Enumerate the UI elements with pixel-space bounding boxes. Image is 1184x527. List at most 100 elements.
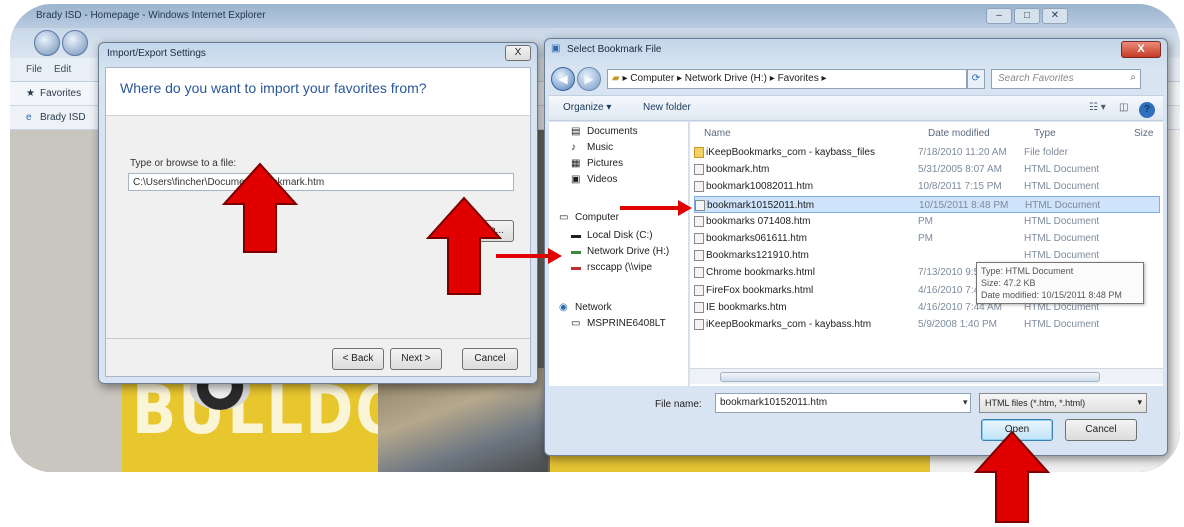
file-type: HTML Document [1024, 181, 1100, 193]
html-file-icon [694, 284, 704, 296]
file-type: HTML Document [1025, 199, 1101, 211]
html-file-icon [694, 319, 704, 330]
file-date: 5/31/2005 8:07 AM [918, 164, 1002, 176]
refresh-icon[interactable]: ⟳ [967, 69, 985, 89]
annotation-right-arrow-network-drive [494, 246, 564, 269]
back-icon[interactable]: ◀ [551, 67, 575, 91]
file-row[interactable]: bookmarks061611.htm PM HTML Document [694, 230, 1160, 247]
maximize-icon[interactable]: □ [1014, 8, 1040, 24]
screenshot-frame: Brady ISD - Homepage - Windows Internet … [10, 4, 1180, 472]
forward-icon[interactable]: ▶ [577, 67, 601, 91]
file-name: IE bookmarks.htm [706, 301, 787, 313]
favorites-star-icon: ★ [26, 88, 35, 99]
back-button[interactable]: < Back [332, 348, 384, 370]
ie-titlebar: Brady ISD - Homepage - Windows Internet … [10, 4, 1180, 28]
file-row[interactable]: bookmark10152011.htm 10/15/2011 8:48 PM HT… [694, 195, 1160, 213]
cancel-button[interactable]: Cancel [1065, 419, 1137, 441]
horizontal-scrollbar[interactable] [690, 368, 1163, 384]
close-icon[interactable]: ✕ [1042, 8, 1068, 24]
file-date: PM [918, 215, 933, 227]
file-name-label: File name: [655, 399, 702, 410]
tab-brady-isd[interactable]: Brady ISD [40, 112, 86, 123]
menu-file[interactable]: File [26, 64, 42, 75]
file-name: bookmark10152011.htm [707, 199, 815, 211]
nav-item-local-disk[interactable]: ▬ Local Disk (C:) [571, 230, 653, 241]
nav-item-videos[interactable]: ▣ Videos [571, 174, 617, 185]
search-icon: ⌕ [1130, 72, 1136, 83]
nav-item-msprine[interactable]: ▭ MSPRINE6408LT [571, 318, 666, 329]
annotation-up-arrow-browse [426, 196, 502, 296]
column-type[interactable]: Type [1034, 128, 1056, 139]
view-options-icon[interactable]: ☷ ▾ [1089, 102, 1106, 113]
file-row[interactable]: bookmark.htm 5/31/2005 8:07 AM HTML Docume… [694, 161, 1160, 178]
folder-icon: ▰ [612, 73, 620, 84]
nav-item-documents[interactable]: ▤ Documents [571, 126, 638, 137]
wizard-header: Where do you want to import your favorit… [106, 68, 530, 116]
cancel-button[interactable]: Cancel [462, 348, 518, 370]
tooltip-size: Size: 47.2 KB [981, 278, 1036, 288]
nav-label: Local Disk (C:) [587, 230, 653, 241]
column-name[interactable]: Name [704, 128, 731, 139]
file-name: FireFox bookmarks.html [706, 284, 814, 296]
nav-label: Music [587, 142, 614, 153]
select-bookmark-file-dialog: Select Bookmark File ▣ X ◀ ▶ ▰ ▸ Compute… [544, 38, 1168, 456]
organize-button[interactable]: Organize ▾ [563, 102, 611, 113]
html-file-icon [694, 215, 704, 227]
tooltip-type: Type: HTML Document [981, 266, 1074, 276]
nav-label: Videos [587, 174, 618, 185]
file-name: bookmark.htm [706, 164, 770, 176]
chevron-down-icon[interactable]: ▾ [963, 397, 968, 408]
new-folder-button[interactable]: New folder [643, 102, 691, 113]
close-button[interactable]: X [1121, 41, 1161, 58]
pc-icon: ▭ [571, 318, 581, 329]
nav-item-network[interactable]: ◉ Network [559, 302, 612, 313]
divider [106, 338, 530, 339]
ie-page-icon: e [26, 112, 32, 123]
file-name-input[interactable]: bookmark10152011.htm [715, 393, 971, 413]
search-input[interactable]: Search Favorites ⌕ [991, 69, 1141, 89]
preview-pane-icon[interactable]: ◫ [1119, 102, 1128, 113]
nav-label: rsccapp (\\vipe [587, 262, 653, 273]
file-row[interactable]: bookmark10082011.htm 10/8/2011 7:15 PM HTM… [694, 178, 1160, 195]
column-date-modified[interactable]: Date modified [928, 128, 990, 139]
computer-icon: ▭ [559, 212, 569, 223]
nav-item-network-drive[interactable]: ▬ Network Drive (H:) [571, 246, 669, 257]
file-type-select[interactable]: HTML files (*.htm, *.html) ▾ [979, 393, 1147, 413]
minimize-icon[interactable]: – [986, 8, 1012, 24]
nav-item-computer[interactable]: ▭ Computer [559, 212, 619, 223]
favorites-button[interactable]: Favorites [40, 88, 81, 99]
back-icon[interactable] [34, 30, 60, 56]
nav-item-rsccapp[interactable]: ▬ rsccapp (\\vipe [571, 262, 652, 273]
annotation-up-arrow-open [974, 430, 1050, 524]
forward-icon[interactable] [62, 30, 88, 56]
file-type-value: HTML files (*.htm, *.html) [985, 398, 1086, 408]
file-name: iKeepBookmarks_com - kaybass_files [706, 147, 875, 158]
next-button[interactable]: Next > [390, 348, 442, 370]
html-file-icon [694, 164, 704, 176]
nav-label: Pictures [587, 158, 624, 169]
help-icon[interactable]: ? [1139, 102, 1155, 118]
file-type: HTML Document [1024, 250, 1100, 262]
nav-label: Network [575, 302, 612, 313]
address-bar[interactable]: ▰ ▸ Computer ▸ Network Drive (H:) ▸ Favo… [607, 69, 967, 89]
file-row[interactable]: iKeepBookmarks_com - kaybass_files 7/18/2… [694, 144, 1160, 161]
nav-item-music[interactable]: ♪ Music [571, 142, 613, 153]
file-type: File folder [1024, 147, 1068, 158]
annotation-right-arrow-file [618, 198, 694, 221]
close-button[interactable]: X [505, 45, 531, 61]
menu-edit[interactable]: Edit [54, 64, 71, 75]
file-name: bookmarks061611.htm [706, 233, 807, 244]
file-row[interactable]: iKeepBookmarks_com - kaybass.htm 5/9/2008… [694, 316, 1160, 333]
column-size[interactable]: Size [1134, 128, 1153, 139]
file-type: HTML Document [1024, 233, 1100, 244]
file-path-input[interactable]: C:\Users\fincher\Documents\bookmark.htm [128, 173, 514, 191]
dialog-title: Select Bookmark File [567, 44, 662, 55]
nav-item-pictures[interactable]: ▦ Pictures [571, 158, 623, 169]
file-date: 10/8/2011 7:15 PM [918, 181, 1002, 193]
file-date: 5/9/2008 1:40 PM [918, 319, 997, 330]
documents-icon: ▤ [571, 126, 581, 137]
file-row[interactable]: bookmarks 071408.htm PM HTML Document [694, 213, 1160, 230]
scrollbar-thumb[interactable] [720, 372, 1100, 382]
wizard-heading: Where do you want to import your favorit… [120, 80, 427, 96]
html-file-icon [694, 250, 704, 262]
